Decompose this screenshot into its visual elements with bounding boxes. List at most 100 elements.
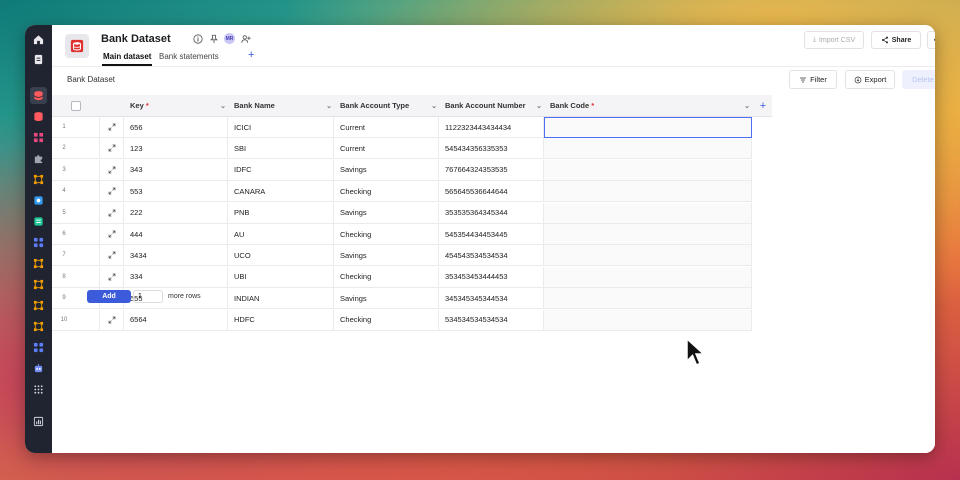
cell-key[interactable]: 3434	[124, 245, 228, 267]
tab-bank-statements[interactable]: Bank statements	[159, 52, 219, 61]
bot-icon[interactable]	[30, 360, 47, 377]
import-csv-button[interactable]: ⤓ Import CSV	[804, 31, 864, 49]
workflow-icon[interactable]	[30, 318, 47, 335]
expand-row-icon[interactable]	[100, 202, 124, 224]
cell-account-type[interactable]: Current	[334, 117, 439, 138]
expand-row-icon[interactable]	[100, 266, 124, 288]
cell-bank-code[interactable]	[544, 181, 752, 203]
cell-account-number[interactable]: 565645536644644	[439, 181, 544, 203]
cell-account-number[interactable]: 353535364345344	[439, 202, 544, 224]
cell-key[interactable]: 334	[124, 266, 228, 288]
share-button[interactable]: Share	[871, 31, 921, 49]
cell-key[interactable]: 123	[124, 138, 228, 160]
expand-row-icon[interactable]	[100, 159, 124, 181]
expand-row-icon[interactable]	[100, 138, 124, 160]
workflow-icon[interactable]	[30, 171, 47, 188]
expand-row-icon[interactable]	[100, 309, 124, 331]
column-header-bank-code[interactable]: Bank Code * ⌄	[544, 95, 752, 117]
cell-account-number[interactable]: 545354434453445	[439, 224, 544, 245]
column-header-key[interactable]: Key * ⌄	[124, 95, 228, 117]
column-header-account-number[interactable]: Bank Account Number ⌄	[439, 95, 544, 117]
cell-account-number[interactable]: 345345345344534	[439, 288, 544, 310]
chevron-down-icon[interactable]: ⌄	[429, 102, 439, 110]
column-header-bank-name[interactable]: Bank Name ⌄	[228, 95, 334, 117]
expand-row-icon[interactable]	[100, 245, 124, 267]
add-rows-button[interactable]: Add	[87, 290, 131, 303]
cell-key[interactable]: 553	[124, 181, 228, 203]
cell-bank-code[interactable]	[544, 138, 752, 160]
avatar[interactable]: MR	[224, 33, 235, 44]
expand-row-icon[interactable]	[100, 117, 124, 138]
cell-account-number[interactable]: 353453453444453	[439, 266, 544, 288]
cell-key[interactable]: 656	[124, 117, 228, 138]
cell-account-type[interactable]: Checking	[334, 181, 439, 203]
cell-account-number[interactable]: 534534534534534	[439, 309, 544, 331]
rows-count-input[interactable]: 1	[133, 290, 163, 303]
chevron-down-icon[interactable]: ⌄	[534, 102, 544, 110]
cell-bank-name[interactable]: UCO	[228, 245, 334, 267]
cell-bank-name[interactable]: IDFC	[228, 159, 334, 181]
puzzle-icon[interactable]	[30, 150, 47, 167]
cell-bank-code[interactable]	[544, 224, 752, 245]
chevron-down-icon[interactable]: ⌄	[324, 102, 334, 110]
chart-icon[interactable]	[30, 413, 47, 430]
cell-bank-code[interactable]	[544, 266, 752, 288]
cell-account-number[interactable]: 1122323443434434	[439, 117, 544, 138]
add-tab-button[interactable]: +	[248, 49, 254, 61]
workflow-icon[interactable]	[30, 297, 47, 314]
database-icon[interactable]	[30, 108, 47, 125]
cell-bank-name[interactable]: UBI	[228, 266, 334, 288]
cell-account-number[interactable]: 545434356335353	[439, 138, 544, 160]
column-header-account-type[interactable]: Bank Account Type ⌄	[334, 95, 439, 117]
cell-account-type[interactable]: Checking	[334, 309, 439, 331]
export-button[interactable]: Export	[845, 70, 895, 89]
chevron-down-icon[interactable]: ⌄	[742, 102, 752, 110]
cell-key[interactable]: 343	[124, 159, 228, 181]
cell-bank-name[interactable]: PNB	[228, 202, 334, 224]
workflow-icon[interactable]	[30, 276, 47, 293]
cell-bank-name[interactable]: INDIAN	[228, 288, 334, 310]
workflow-icon[interactable]	[30, 255, 47, 272]
cell-account-number[interactable]: 454543534534534	[439, 245, 544, 267]
cell-bank-code[interactable]	[544, 288, 752, 310]
tab-main-dataset[interactable]: Main dataset	[103, 52, 151, 61]
cell-bank-name[interactable]: AU	[228, 224, 334, 245]
chevron-down-icon[interactable]: ⌄	[218, 102, 228, 110]
more-menu-button[interactable]: •••	[927, 31, 935, 49]
grid-icon[interactable]	[30, 234, 47, 251]
apps-icon[interactable]	[30, 129, 47, 146]
table-icon[interactable]	[30, 213, 47, 230]
cell-bank-name[interactable]: SBI	[228, 138, 334, 160]
cell-key[interactable]: 6564	[124, 309, 228, 331]
cell-account-type[interactable]: Checking	[334, 224, 439, 245]
cell-key[interactable]: 222	[124, 202, 228, 224]
grid-icon[interactable]	[30, 381, 47, 398]
cell-bank-code[interactable]	[544, 309, 752, 331]
cell-account-type[interactable]: Savings	[334, 288, 439, 310]
cell-bank-name[interactable]: CANARA	[228, 181, 334, 203]
expand-row-icon[interactable]	[100, 181, 124, 203]
cell-account-type[interactable]: Savings	[334, 245, 439, 267]
delete-button[interactable]: Delete	[902, 70, 935, 89]
expand-row-icon[interactable]	[100, 224, 124, 245]
cell-bank-code[interactable]	[544, 117, 752, 138]
select-all-checkbox[interactable]	[71, 100, 81, 111]
add-column-button[interactable]: +	[752, 95, 774, 117]
pin-icon[interactable]	[208, 33, 219, 44]
grid-icon[interactable]	[30, 339, 47, 356]
integration-icon[interactable]	[30, 192, 47, 209]
home-icon[interactable]	[30, 31, 47, 48]
cell-account-type[interactable]: Savings	[334, 159, 439, 181]
cell-account-type[interactable]: Current	[334, 138, 439, 160]
cell-key[interactable]: 444	[124, 224, 228, 245]
cell-account-type[interactable]: Savings	[334, 202, 439, 224]
cell-account-number[interactable]: 767664324353535	[439, 159, 544, 181]
cell-bank-name[interactable]: HDFC	[228, 309, 334, 331]
cell-bank-code[interactable]	[544, 159, 752, 181]
cell-bank-code[interactable]	[544, 245, 752, 267]
cell-account-type[interactable]: Checking	[334, 266, 439, 288]
info-icon[interactable]	[192, 33, 203, 44]
filter-button[interactable]: Filter	[789, 70, 837, 89]
cell-bank-name[interactable]: ICICI	[228, 117, 334, 138]
cell-bank-code[interactable]	[544, 202, 752, 224]
